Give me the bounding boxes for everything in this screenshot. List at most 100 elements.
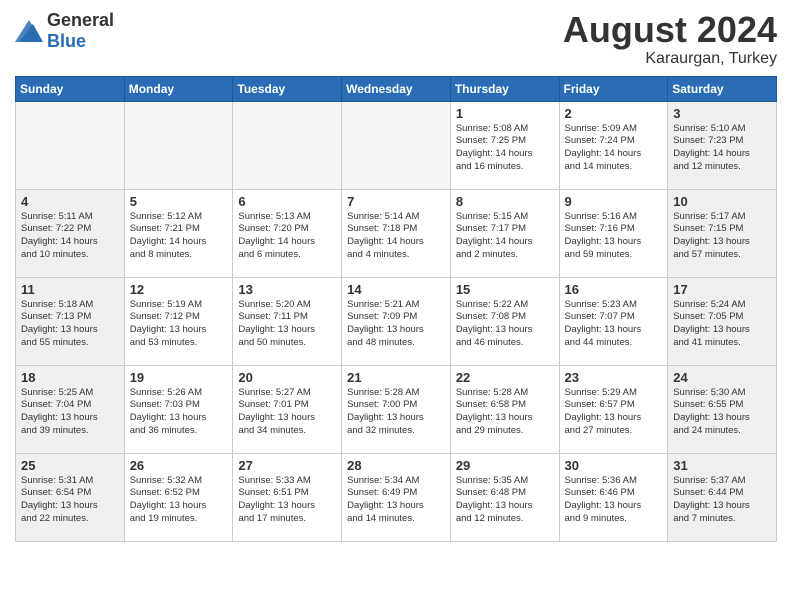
calendar-cell: 18 Sunrise: 5:25 AM Sunset: 7:04 PM Dayli… [16,365,125,453]
calendar-cell: 12 Sunrise: 5:19 AM Sunset: 7:12 PM Dayli… [124,277,233,365]
location-subtitle: Karaurgan, Turkey [563,50,777,68]
day-number: 8 [456,194,554,209]
calendar-cell: 9 Sunrise: 5:16 AM Sunset: 7:16 PM Daylig… [559,189,668,277]
calendar-cell: 23 Sunrise: 5:29 AM Sunset: 6:57 PM Dayli… [559,365,668,453]
weekday-header-monday: Monday [124,76,233,101]
day-info: Sunrise: 5:37 AM Sunset: 6:44 PM Dayligh… [673,475,771,526]
day-info: Sunrise: 5:14 AM Sunset: 7:18 PM Dayligh… [347,211,445,262]
calendar-cell [124,101,233,189]
month-year-title: August 2024 [563,10,777,50]
day-number: 20 [238,370,336,385]
calendar-cell: 2 Sunrise: 5:09 AM Sunset: 7:24 PM Daylig… [559,101,668,189]
calendar-cell: 22 Sunrise: 5:28 AM Sunset: 6:58 PM Dayli… [450,365,559,453]
day-number: 21 [347,370,445,385]
calendar-cell: 15 Sunrise: 5:22 AM Sunset: 7:08 PM Dayli… [450,277,559,365]
day-info: Sunrise: 5:35 AM Sunset: 6:48 PM Dayligh… [456,475,554,526]
logo: General Blue [15,10,114,52]
day-number: 22 [456,370,554,385]
day-info: Sunrise: 5:32 AM Sunset: 6:52 PM Dayligh… [130,475,228,526]
day-info: Sunrise: 5:27 AM Sunset: 7:01 PM Dayligh… [238,387,336,438]
calendar-table: SundayMondayTuesdayWednesdayThursdayFrid… [15,76,777,542]
calendar-cell: 10 Sunrise: 5:17 AM Sunset: 7:15 PM Dayli… [668,189,777,277]
day-number: 12 [130,282,228,297]
day-info: Sunrise: 5:18 AM Sunset: 7:13 PM Dayligh… [21,299,119,350]
day-info: Sunrise: 5:13 AM Sunset: 7:20 PM Dayligh… [238,211,336,262]
weekday-header-thursday: Thursday [450,76,559,101]
calendar-cell: 21 Sunrise: 5:28 AM Sunset: 7:00 PM Dayli… [342,365,451,453]
day-info: Sunrise: 5:10 AM Sunset: 7:23 PM Dayligh… [673,123,771,174]
calendar-cell: 3 Sunrise: 5:10 AM Sunset: 7:23 PM Daylig… [668,101,777,189]
calendar-cell: 24 Sunrise: 5:30 AM Sunset: 6:55 PM Dayli… [668,365,777,453]
calendar-cell: 11Sunrise: 5:18 AM Sunset: 7:13 PM Dayli… [16,277,125,365]
calendar-cell: 29 Sunrise: 5:35 AM Sunset: 6:48 PM Dayli… [450,453,559,541]
day-info: Sunrise: 5:16 AM Sunset: 7:16 PM Dayligh… [565,211,663,262]
calendar-cell: 17Sunrise: 5:24 AM Sunset: 7:05 PM Dayli… [668,277,777,365]
day-info: Sunrise: 5:30 AM Sunset: 6:55 PM Dayligh… [673,387,771,438]
page-header: General Blue August 2024 Karaurgan, Turk… [15,10,777,68]
week-row-5: 25 Sunrise: 5:31 AM Sunset: 6:54 PM Dayli… [16,453,777,541]
day-number: 9 [565,194,663,209]
title-block: August 2024 Karaurgan, Turkey [563,10,777,68]
day-number: 2 [565,106,663,121]
weekday-header-tuesday: Tuesday [233,76,342,101]
weekday-header-wednesday: Wednesday [342,76,451,101]
day-number: 15 [456,282,554,297]
day-number: 24 [673,370,771,385]
week-row-4: 18 Sunrise: 5:25 AM Sunset: 7:04 PM Dayli… [16,365,777,453]
calendar-cell [233,101,342,189]
calendar-cell: 28 Sunrise: 5:34 AM Sunset: 6:49 PM Dayli… [342,453,451,541]
calendar-cell: 6 Sunrise: 5:13 AM Sunset: 7:20 PM Daylig… [233,189,342,277]
weekday-header-sunday: Sunday [16,76,125,101]
day-number: 3 [673,106,771,121]
day-number: 26 [130,458,228,473]
day-info: Sunrise: 5:29 AM Sunset: 6:57 PM Dayligh… [565,387,663,438]
day-info: Sunrise: 5:19 AM Sunset: 7:12 PM Dayligh… [130,299,228,350]
day-info: Sunrise: 5:36 AM Sunset: 6:46 PM Dayligh… [565,475,663,526]
day-number: 5 [130,194,228,209]
day-number: 17 [673,282,771,297]
calendar-cell [16,101,125,189]
day-info: Sunrise: 5:23 AM Sunset: 7:07 PM Dayligh… [565,299,663,350]
day-info: Sunrise: 5:28 AM Sunset: 7:00 PM Dayligh… [347,387,445,438]
day-info: Sunrise: 5:28 AM Sunset: 6:58 PM Dayligh… [456,387,554,438]
day-info: Sunrise: 5:21 AM Sunset: 7:09 PM Dayligh… [347,299,445,350]
weekday-header-friday: Friday [559,76,668,101]
day-info: Sunrise: 5:17 AM Sunset: 7:15 PM Dayligh… [673,211,771,262]
day-number: 28 [347,458,445,473]
day-info: Sunrise: 5:33 AM Sunset: 6:51 PM Dayligh… [238,475,336,526]
day-info: Sunrise: 5:15 AM Sunset: 7:17 PM Dayligh… [456,211,554,262]
calendar-cell: 13Sunrise: 5:20 AM Sunset: 7:11 PM Dayli… [233,277,342,365]
day-info: Sunrise: 5:26 AM Sunset: 7:03 PM Dayligh… [130,387,228,438]
logo-general: General [47,10,114,30]
day-number: 25 [21,458,119,473]
logo-blue: Blue [47,31,86,51]
calendar-cell: 19Sunrise: 5:26 AM Sunset: 7:03 PM Dayli… [124,365,233,453]
day-info: Sunrise: 5:31 AM Sunset: 6:54 PM Dayligh… [21,475,119,526]
week-row-1: 1Sunrise: 5:08 AM Sunset: 7:25 PM Daylig… [16,101,777,189]
week-row-2: 4Sunrise: 5:11 AM Sunset: 7:22 PM Daylig… [16,189,777,277]
day-info: Sunrise: 5:25 AM Sunset: 7:04 PM Dayligh… [21,387,119,438]
day-number: 29 [456,458,554,473]
calendar-cell: 25 Sunrise: 5:31 AM Sunset: 6:54 PM Dayli… [16,453,125,541]
calendar-cell: 4Sunrise: 5:11 AM Sunset: 7:22 PM Daylig… [16,189,125,277]
day-info: Sunrise: 5:20 AM Sunset: 7:11 PM Dayligh… [238,299,336,350]
day-number: 30 [565,458,663,473]
day-number: 10 [673,194,771,209]
week-row-3: 11Sunrise: 5:18 AM Sunset: 7:13 PM Dayli… [16,277,777,365]
calendar-cell: 31 Sunrise: 5:37 AM Sunset: 6:44 PM Dayli… [668,453,777,541]
day-number: 18 [21,370,119,385]
day-info: Sunrise: 5:34 AM Sunset: 6:49 PM Dayligh… [347,475,445,526]
calendar-cell: 26 Sunrise: 5:32 AM Sunset: 6:52 PM Dayli… [124,453,233,541]
day-number: 6 [238,194,336,209]
weekday-header-row: SundayMondayTuesdayWednesdayThursdayFrid… [16,76,777,101]
day-number: 23 [565,370,663,385]
day-number: 31 [673,458,771,473]
day-number: 27 [238,458,336,473]
calendar-cell [342,101,451,189]
day-info: Sunrise: 5:08 AM Sunset: 7:25 PM Dayligh… [456,123,554,174]
calendar-cell: 7Sunrise: 5:14 AM Sunset: 7:18 PM Daylig… [342,189,451,277]
day-info: Sunrise: 5:09 AM Sunset: 7:24 PM Dayligh… [565,123,663,174]
calendar-cell: 16Sunrise: 5:23 AM Sunset: 7:07 PM Dayli… [559,277,668,365]
day-info: Sunrise: 5:22 AM Sunset: 7:08 PM Dayligh… [456,299,554,350]
calendar-cell: 27 Sunrise: 5:33 AM Sunset: 6:51 PM Dayli… [233,453,342,541]
